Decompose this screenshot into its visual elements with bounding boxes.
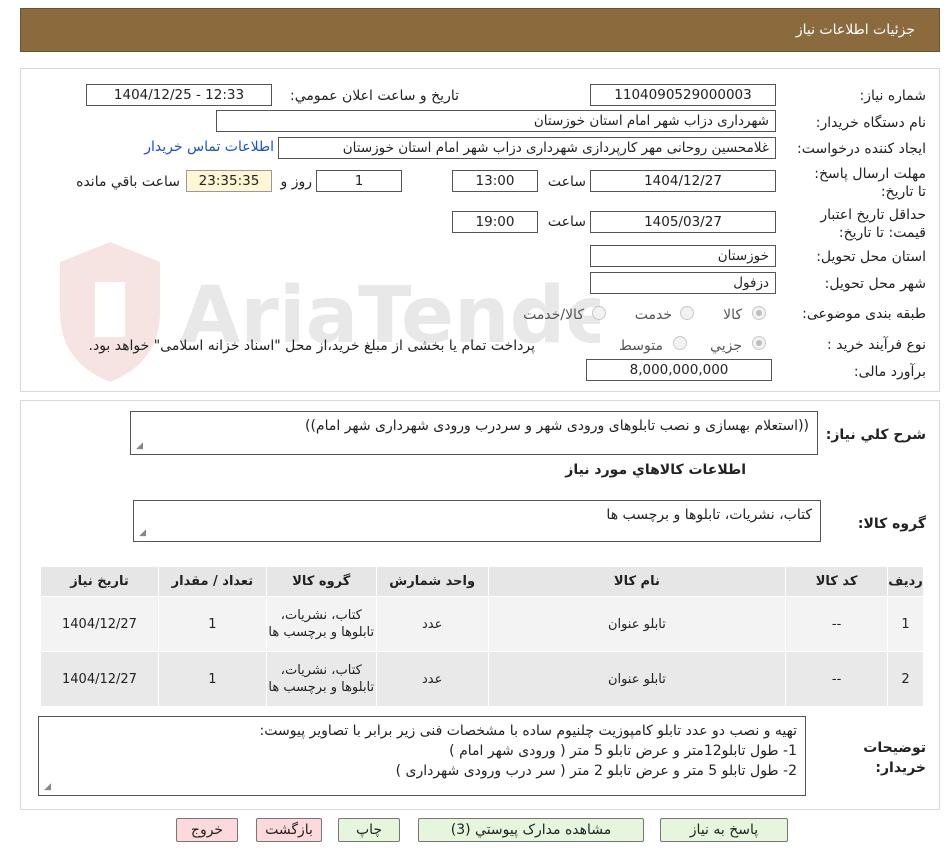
goods-group-field: کتاب، نشریات، تابلوها و برچسب ها ◢ bbox=[133, 500, 821, 542]
general-desc-field: ((استعلام بهسازی و نصب تابلوهای ورودی شه… bbox=[130, 411, 818, 455]
back-button[interactable]: بازگشت bbox=[256, 818, 322, 842]
goods-table: ردیف کد کالا نام کالا واحد شمارش گروه کا… bbox=[40, 566, 924, 707]
deadline-time-field: 13:00 bbox=[452, 170, 538, 192]
buyer-org-field: شهرداری دزاب شهر امام استان خوزستان bbox=[216, 110, 776, 132]
buyer-contact-link[interactable]: اطلاعات تماس خریدار bbox=[144, 139, 274, 155]
col-goods-code: کد کالا bbox=[785, 566, 889, 597]
resize-grip-icon[interactable]: ◢ bbox=[134, 442, 143, 451]
col-unit: واحد شمارش bbox=[375, 566, 489, 597]
general-desc-label: شرح کلي نیاز: bbox=[825, 427, 926, 443]
process-radio-minor[interactable] bbox=[752, 336, 766, 350]
deadline-time-label: ساعت bbox=[547, 174, 586, 190]
cell-quantity: 1 bbox=[157, 651, 267, 707]
time-remaining-label: ساعت باقي مانده bbox=[76, 174, 180, 190]
cell-goods-name: تابلو عنوان bbox=[487, 651, 787, 707]
budget-label: برآورد مالی: bbox=[853, 364, 926, 380]
time-remaining-field: 23:35:35 bbox=[186, 170, 272, 192]
cell-unit: عدد bbox=[375, 596, 489, 652]
table-row: 2 -- تابلو عنوان عدد کتاب، نشریات، تابلو… bbox=[40, 651, 924, 707]
col-goods-group: گروه کالا bbox=[265, 566, 377, 597]
category-option-goods: کالا bbox=[723, 307, 742, 323]
requester-label: ایجاد کننده درخواست: bbox=[797, 141, 926, 157]
process-option-medium: متوسط bbox=[619, 338, 663, 354]
requester-field: غلامحسین روحانی مهر کارپردازی شهرداری دز… bbox=[278, 137, 776, 159]
goods-group-label: گروه کالا: bbox=[857, 516, 926, 532]
buyer-notes-line: 1- طول تابلو12متر و عرض تابلو 5 متر ( ور… bbox=[449, 743, 797, 759]
col-goods-name: نام کالا bbox=[487, 566, 787, 597]
category-radio-goods-service[interactable] bbox=[592, 306, 606, 320]
price-validity-time-field: 19:00 bbox=[452, 211, 538, 233]
view-attachments-button[interactable]: مشاهده مدارک پیوستي (3) bbox=[418, 818, 644, 842]
category-label: طبقه بندی موضوعی: bbox=[802, 306, 926, 322]
buyer-notes-label: توضیحات خریدار: bbox=[863, 740, 926, 776]
table-row: 1 -- تابلو عنوان عدد کتاب، نشریات، تابلو… bbox=[40, 596, 924, 652]
price-validity-label: حداقل تاریخ اعتبار قیمت: تا تاریخ: bbox=[820, 207, 926, 241]
page-header: جزئیات اطلاعات نیاز bbox=[20, 8, 940, 52]
resize-grip-icon[interactable]: ◢ bbox=[137, 529, 146, 538]
days-remaining-field: 1 bbox=[316, 170, 402, 192]
buyer-notes-line: تهیه و نصب دو عدد تابلو کامپوزیت چلنیوم … bbox=[259, 723, 797, 739]
announce-datetime-field: 1404/12/25 - 12:33 bbox=[86, 84, 272, 106]
category-radio-service[interactable] bbox=[680, 306, 694, 320]
buyer-notes-line: 2- طول تابلو 5 متر و عرض تابلو 2 متر ( س… bbox=[395, 763, 797, 779]
exit-button[interactable]: خروج bbox=[176, 818, 238, 842]
price-validity-time-label: ساعت bbox=[547, 214, 586, 230]
city-field: دزفول bbox=[590, 272, 776, 294]
announce-label: تاریخ و ساعت اعلان عمومي: bbox=[290, 88, 459, 104]
deadline-label: مهلت ارسال پاسخ: تا تاریخ: bbox=[814, 166, 926, 200]
col-quantity: تعداد / مقدار bbox=[157, 566, 267, 597]
deadline-date-field: 1404/12/27 bbox=[590, 170, 776, 192]
cell-goods-name: تابلو عنوان bbox=[487, 596, 787, 652]
cell-need-date: 1404/12/27 bbox=[40, 596, 159, 652]
buyer-notes-field: تهیه و نصب دو عدد تابلو کامپوزیت چلنیوم … bbox=[38, 716, 806, 796]
buyer-org-label: نام دستگاه خریدار: bbox=[815, 115, 926, 131]
table-header-row: ردیف کد کالا نام کالا واحد شمارش گروه کا… bbox=[40, 566, 924, 597]
goods-info-title: اطلاعات کالاهاي مورد نیاز bbox=[565, 462, 746, 478]
process-radio-medium[interactable] bbox=[673, 336, 687, 350]
category-option-goods-service: کالا/خدمت bbox=[523, 307, 584, 323]
col-need-date: تاریخ نیاز bbox=[40, 566, 159, 597]
print-button[interactable]: چاپ bbox=[338, 818, 400, 842]
city-label: شهر محل تحویل: bbox=[824, 276, 926, 292]
category-option-service: خدمت bbox=[634, 307, 672, 323]
goods-group-text: کتاب، نشریات، تابلوها و برچسب ها bbox=[606, 507, 812, 523]
cell-goods-code: -- bbox=[785, 596, 889, 652]
cell-goods-group: کتاب، نشریات، تابلوها و برچسب ها bbox=[265, 596, 377, 652]
general-desc-text: ((استعلام بهسازی و نصب تابلوهای ورودی شه… bbox=[305, 418, 809, 434]
days-label: روز و bbox=[280, 174, 313, 190]
page-title: جزئیات اطلاعات نیاز bbox=[795, 22, 915, 38]
need-number-label: شماره نیاز: bbox=[859, 88, 927, 104]
col-row-number: ردیف bbox=[887, 566, 924, 597]
province-label: استان محل تحویل: bbox=[816, 249, 926, 265]
cell-goods-code: -- bbox=[785, 651, 889, 707]
cell-goods-group: کتاب، نشریات، تابلوها و برچسب ها bbox=[265, 651, 377, 707]
reply-button[interactable]: پاسخ به نیاز bbox=[660, 818, 788, 842]
process-label: نوع فرآیند خرید : bbox=[827, 337, 926, 353]
category-radio-goods[interactable] bbox=[752, 306, 766, 320]
need-number-field: 1104090529000003 bbox=[590, 84, 776, 106]
cell-quantity: 1 bbox=[157, 596, 267, 652]
cell-row-number: 2 bbox=[887, 651, 924, 707]
process-option-minor: جزیي bbox=[710, 338, 742, 354]
cell-need-date: 1404/12/27 bbox=[40, 651, 159, 707]
budget-field: 8,000,000,000 bbox=[586, 359, 772, 381]
province-field: خوزستان bbox=[590, 245, 776, 267]
cell-row-number: 1 bbox=[887, 596, 924, 652]
cell-unit: عدد bbox=[375, 651, 489, 707]
price-validity-date-field: 1405/03/27 bbox=[590, 211, 776, 233]
resize-grip-icon[interactable]: ◢ bbox=[42, 783, 51, 792]
payment-note: پرداخت تمام یا بخشی از مبلغ خرید،از محل … bbox=[88, 338, 535, 354]
